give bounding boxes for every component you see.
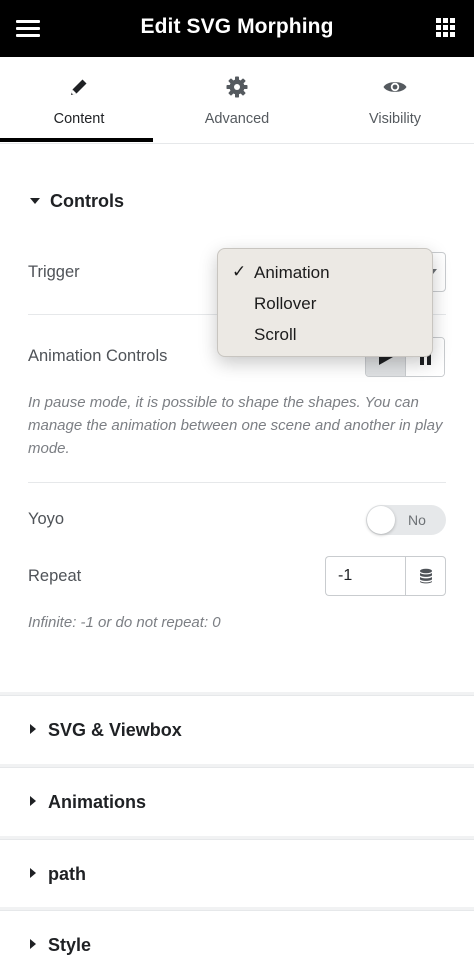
grid-apps-icon[interactable] <box>436 18 456 38</box>
animation-controls-label: Animation Controls <box>28 347 168 365</box>
dropdown-option-rollover[interactable]: Rollover <box>218 289 432 319</box>
tab-visibility[interactable]: Visibility <box>316 57 474 143</box>
panel-path[interactable]: path <box>0 839 474 910</box>
toggle-knob <box>367 506 395 534</box>
caret-right-icon <box>30 939 36 949</box>
repeat-help: Infinite: -1 or do not repeat: 0 <box>28 614 221 631</box>
tab-content[interactable]: Content <box>0 57 158 143</box>
panel-animations-title: Animations <box>30 792 146 813</box>
dropdown-option-label: Rollover <box>254 294 317 313</box>
active-tab-indicator <box>0 138 153 142</box>
tab-visibility-label: Visibility <box>368 111 422 127</box>
yoyo-label: Yoyo <box>28 510 65 528</box>
caret-right-icon <box>30 868 36 878</box>
panel-svg-viewbox[interactable]: SVG & Viewbox <box>0 695 474 766</box>
gear-icon <box>226 76 248 98</box>
panel-title-text: SVG & Viewbox <box>48 720 182 740</box>
animation-controls-help: In pause mode, it is possible to shape t… <box>28 394 443 457</box>
pencil-icon <box>71 79 87 95</box>
database-icon <box>420 568 432 584</box>
dropdown-option-label: Animation <box>254 263 330 282</box>
panel-style-title: Style <box>30 935 91 956</box>
page-title: Edit SVG Morphing <box>140 15 334 38</box>
panel-title-text: Animations <box>48 792 147 812</box>
caret-right-icon <box>30 724 36 734</box>
dropdown-option-label: Scroll <box>254 325 297 344</box>
divider <box>28 482 446 483</box>
section-controls-toggle[interactable]: Controls <box>30 191 124 212</box>
top-bar: Edit SVG Morphing <box>0 0 474 57</box>
trigger-dropdown-menu: ✓ Animation Rollover Scroll <box>217 248 433 357</box>
repeat-input[interactable]: -1 <box>325 556 405 596</box>
panel-title-text: Style <box>48 935 92 955</box>
yoyo-toggle[interactable]: No <box>366 505 446 535</box>
dropdown-option-animation[interactable]: ✓ Animation <box>218 258 432 288</box>
panel-path-title: path <box>30 864 86 885</box>
yoyo-toggle-state: No <box>408 512 426 528</box>
dropdown-option-scroll[interactable]: Scroll <box>218 320 432 350</box>
caret-down-icon <box>30 198 40 204</box>
panel-style[interactable]: Style <box>0 910 474 978</box>
section-controls-title: Controls <box>50 191 124 211</box>
tab-advanced[interactable]: Advanced <box>158 57 316 143</box>
repeat-label: Repeat <box>28 567 82 585</box>
dynamic-tags-button[interactable] <box>405 556 446 596</box>
checkmark-icon: ✓ <box>232 262 247 281</box>
panel-svg-viewbox-title: SVG & Viewbox <box>30 720 182 741</box>
eye-icon <box>383 82 407 92</box>
editor-tabs: Content Advanced Visibility <box>0 57 474 144</box>
tab-content-label: Content <box>53 111 105 127</box>
trigger-label: Trigger <box>28 263 80 281</box>
tab-advanced-label: Advanced <box>204 111 270 127</box>
panel-animations[interactable]: Animations <box>0 767 474 838</box>
caret-right-icon <box>30 796 36 806</box>
panel-title-text: path <box>48 864 86 884</box>
